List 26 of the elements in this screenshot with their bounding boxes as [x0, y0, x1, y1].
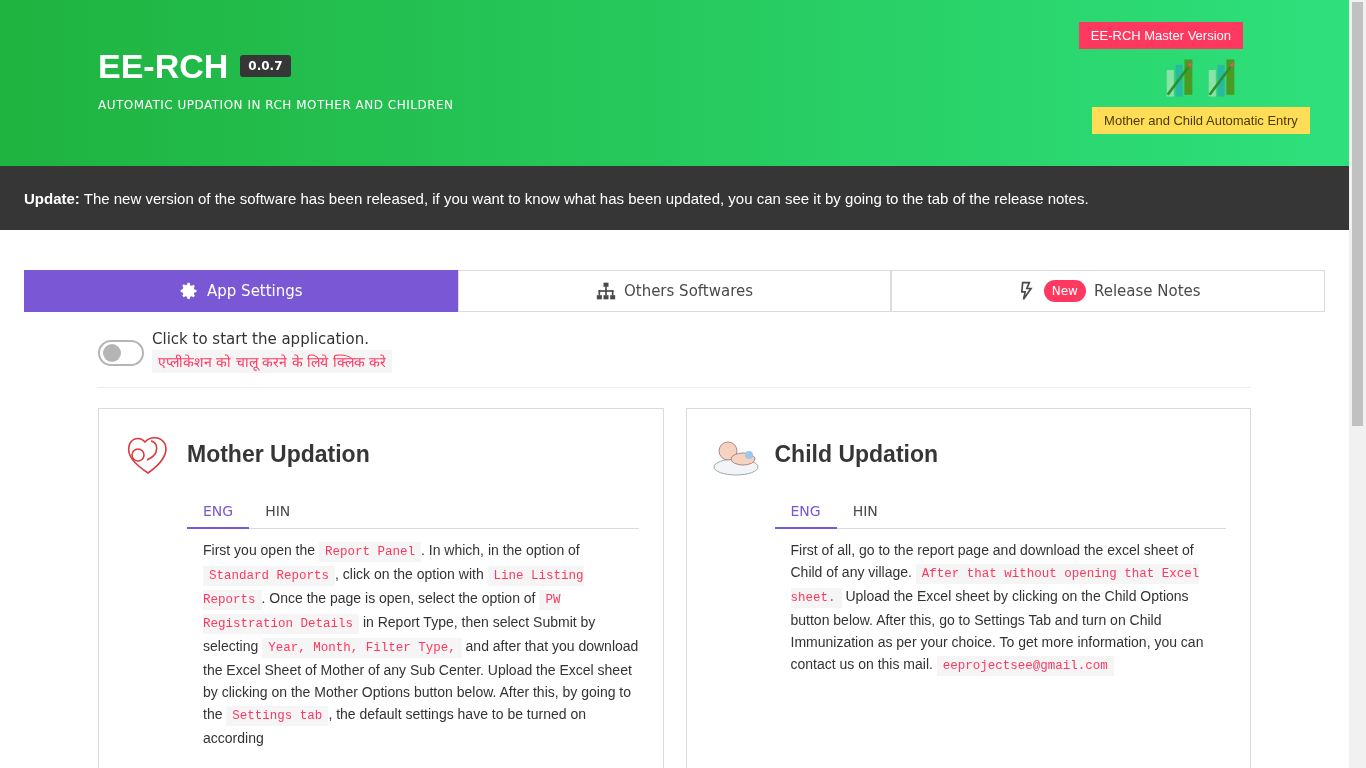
- master-version-tooltip: EE-RCH Master Version: [1078, 22, 1243, 49]
- update-message: Update: The new version of the software has been released, if you want to know what has been updated, you can see it by going to the tab of the release notes.: [24, 189, 1089, 207]
- chart-pencil-icon[interactable]: [1206, 57, 1237, 99]
- scrollbar[interactable]: [1349, 0, 1366, 768]
- app-title: EE-RCH: [98, 46, 229, 86]
- language-tab[interactable]: HIN: [249, 495, 307, 529]
- start-toggle[interactable]: [98, 340, 144, 366]
- version-badge: 0.0.7: [240, 55, 291, 77]
- language-tab[interactable]: ENG: [774, 495, 837, 529]
- nav-tab[interactable]: Others Softwares: [457, 270, 892, 312]
- nav-tab[interactable]: New Release Notes: [891, 270, 1325, 312]
- toggle-label: Click to start the application.: [152, 330, 369, 348]
- instructions-text: First you open the Report Panel . In which, in the option of Standard Reports , click on the option with Line Listing Reports . Once the page is open, select the option of PW Registration Details in Report Type, then select Submit by selecting Year, Month, Filter Type, and after that you download the Excel Sheet of Mother of any Sub Center. Upload the Excel sheet by clicking on the Mother Options button below. After this, by going to the Settings tab , the default settings have to be turned on according: [203, 541, 639, 748]
- chart-pencil-icon[interactable]: [1164, 57, 1195, 99]
- hindi-hint: एप्लीकेशन को चालू करने के लिये क्लिक करे: [152, 350, 393, 373]
- card-title: Child Updation: [774, 440, 939, 468]
- instructions-text: First of all, go to the report page and download the excel sheet of Child of any village. After that without opening that Excel sheet. Upload the Excel sheet by clicking on the Child Options button below. After this, go to Settings Tab and turn on Child Immunization as per your choice. To get more information, you can contact us on this mail. eeprojectsee@gmail.com: [790, 539, 1226, 677]
- language-tab[interactable]: ENG: [187, 495, 250, 529]
- app-subtitle: AUTOMATIC UPDATION IN RCH MOTHER AND CHILDREN: [98, 97, 454, 112]
- language-tab[interactable]: HIN: [836, 495, 894, 529]
- gear-icon: [179, 281, 200, 301]
- nav-tab[interactable]: App Settings: [24, 270, 458, 312]
- new-badge: New: [1043, 280, 1086, 302]
- card-title: Mother Updation: [187, 440, 370, 468]
- automatic-entry-tooltip: Mother and Child Automatic Entry: [1092, 107, 1310, 134]
- sitemap-icon: [595, 281, 616, 301]
